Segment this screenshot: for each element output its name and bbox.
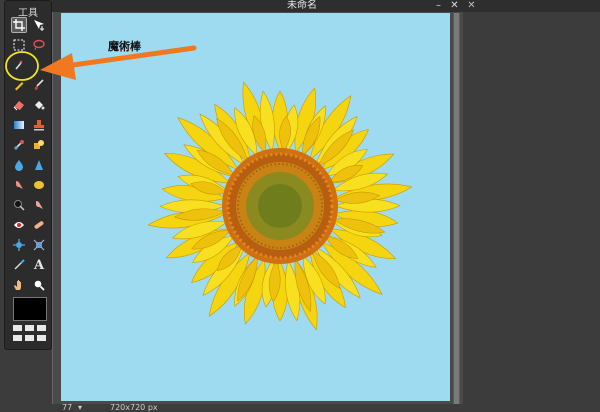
annotation-overlay (5, 45, 197, 81)
highlight-circle-icon (5, 51, 39, 81)
arrow-head-icon (40, 53, 76, 80)
arrow-shaft (63, 45, 197, 69)
